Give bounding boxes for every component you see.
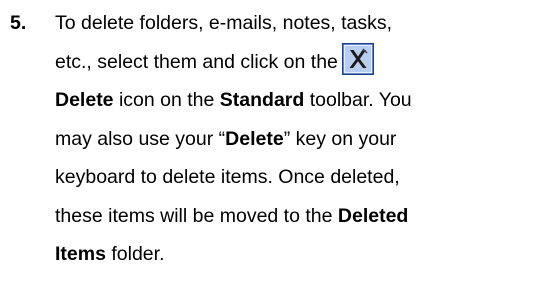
step-text: To delete folders, e-mails, notes, tasks…	[55, 4, 540, 274]
delete-x-icon	[341, 43, 374, 76]
text-line-3-mid: icon on the	[113, 89, 220, 111]
text-line-3-end: toolbar. You	[304, 89, 412, 111]
text-line-6-start: these items will be moved to the	[55, 204, 338, 227]
text-line-2-content: etc., select them and click on the	[55, 50, 338, 73]
standard-term: Standard	[219, 89, 305, 111]
text-line-7-end: folder.	[105, 243, 165, 265]
step-number: 5.	[10, 12, 27, 34]
text-line-6: these items will be moved to the Deleted	[55, 197, 540, 236]
text-line-2: etc., select them and click on the	[55, 43, 540, 82]
text-line-7: Items folder.	[55, 235, 540, 274]
text-line-4-start: may also use your “	[55, 127, 226, 150]
text-line-5: keyboard to delete items. Once deleted,	[55, 166, 400, 188]
text-line-4: may also use your “Delete” key on your	[55, 120, 540, 159]
text-line-4-end: ” key on your	[283, 127, 397, 150]
delete-term: Delete	[55, 89, 114, 111]
deleted-term: Deleted	[337, 204, 409, 227]
items-term: Items	[55, 243, 106, 265]
text-line-3: Delete icon on the Standard toolbar. You	[55, 81, 540, 120]
delete-key-term: Delete	[225, 127, 284, 150]
text-line-1: To delete folders, e-mails, notes, tasks…	[55, 12, 393, 34]
